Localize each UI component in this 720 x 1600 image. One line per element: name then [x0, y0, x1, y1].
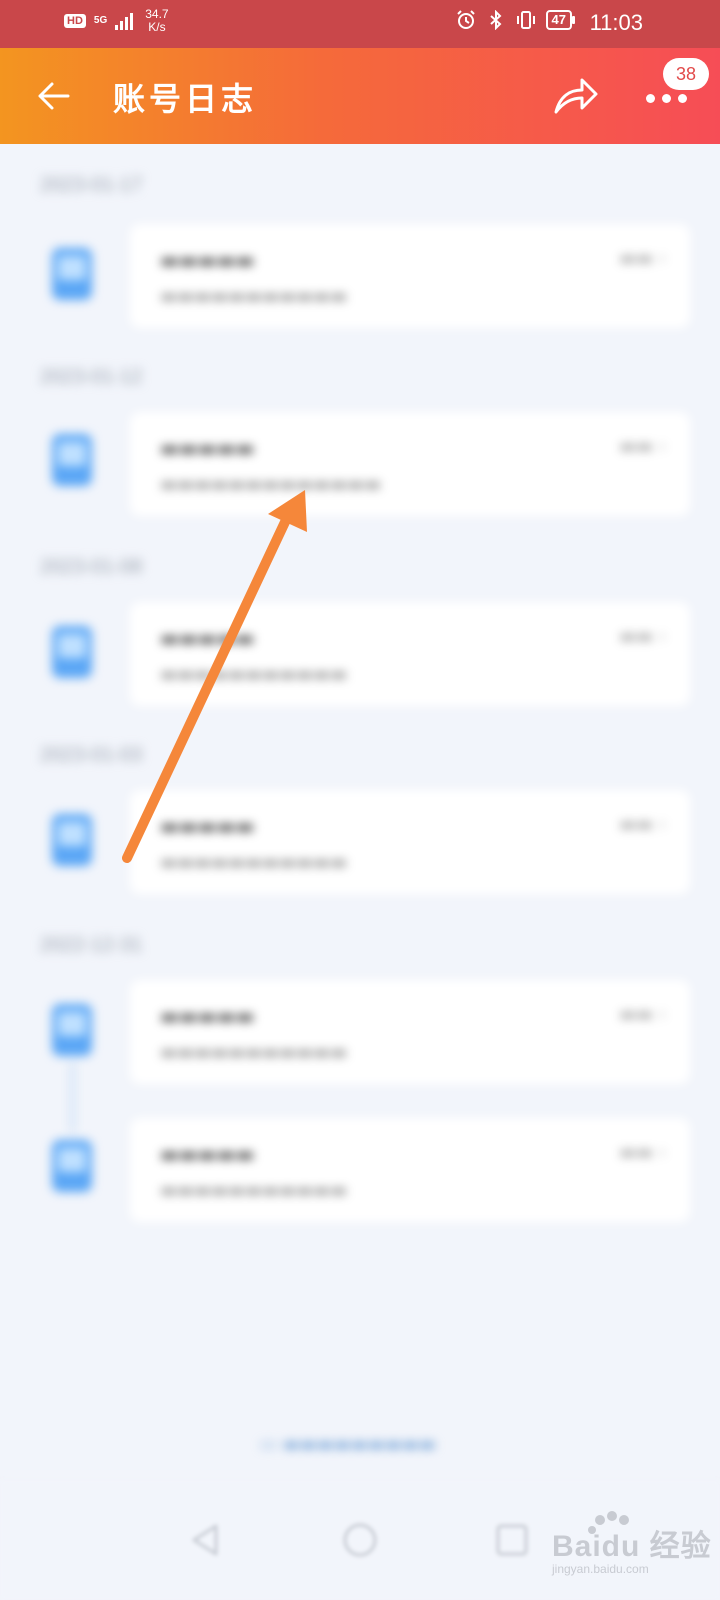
clock: 11:03 — [589, 10, 643, 35]
log-time-blurred: ▬▬ › — [619, 436, 666, 457]
log-entry[interactable]: ▬▬▬▬▬ ▬▬▬▬▬▬▬▬▬▬▬ ▬▬ › — [130, 790, 690, 894]
device-icon — [52, 248, 92, 300]
log-entry[interactable]: ▬▬▬▬▬ ▬▬▬▬▬▬▬▬▬▬▬ ▬▬ › — [130, 980, 690, 1084]
log-entry[interactable]: ▬▬▬▬▬ ▬▬▬▬▬▬▬▬▬▬▬ ▬▬ › — [130, 602, 690, 706]
device-icon — [52, 626, 92, 678]
hd-badge: HD — [64, 14, 86, 28]
bluetooth-icon — [489, 10, 501, 30]
timeline-connector — [71, 1062, 74, 1132]
log-title-blurred: ▬▬▬▬▬ — [160, 626, 255, 650]
log-time-blurred: ▬▬ › — [619, 1142, 666, 1163]
device-icon — [52, 434, 92, 486]
log-desc-blurred: ▬▬▬▬▬▬▬▬▬▬▬ — [160, 286, 348, 307]
share-icon[interactable] — [552, 74, 600, 118]
log-desc-blurred: ▬▬▬▬▬▬▬▬▬▬▬ — [160, 1180, 348, 1201]
log-entry[interactable]: ▬▬▬▬▬ ▬▬▬▬▬▬▬▬▬▬▬▬▬ ▬▬ › — [130, 412, 690, 516]
device-icon — [52, 1004, 92, 1056]
log-desc-blurred: ▬▬▬▬▬▬▬▬▬▬▬ — [160, 664, 348, 685]
log-time-blurred: ▬▬ › — [619, 626, 666, 647]
more-dot-icon — [662, 94, 671, 103]
status-bar: HD 5G 34.7 K/s 47 11:03 — [0, 0, 720, 48]
app-header: 账号日志 38 — [0, 48, 720, 144]
nav-home-icon[interactable] — [340, 1520, 380, 1560]
log-list: 2023-01-17 ▬▬▬▬▬ ▬▬▬▬▬▬▬▬▬▬▬ ▬▬ › 2023-0… — [0, 144, 720, 1480]
status-left: HD 5G 34.7 K/s — [64, 8, 169, 34]
date-label: 2023-01-17 — [40, 174, 143, 196]
log-title-blurred: ▬▬▬▬▬ — [160, 436, 255, 460]
back-arrow-icon[interactable] — [34, 76, 74, 116]
alarm-icon — [456, 10, 475, 29]
more-dot-icon — [678, 94, 687, 103]
net-speed: 34.7 K/s — [145, 7, 169, 34]
signal-icon — [115, 12, 134, 30]
more-menu-button[interactable] — [646, 88, 696, 108]
nav-back-icon[interactable] — [186, 1520, 226, 1560]
device-icon — [52, 814, 92, 866]
battery-icon: 47 — [545, 10, 576, 30]
nav-recent-icon[interactable] — [492, 1520, 532, 1560]
log-desc-blurred: ▬▬▬▬▬▬▬▬▬▬▬ — [160, 1042, 348, 1063]
page-title: 账号日志 — [113, 80, 258, 118]
log-entry[interactable]: ▬▬▬▬▬ ▬▬▬▬▬▬▬▬▬▬▬ ▬▬ › — [130, 1118, 690, 1222]
log-desc-blurred: ▬▬▬▬▬▬▬▬▬▬▬▬▬ — [160, 474, 382, 495]
footer-link-blurred[interactable]: ▭ ▬▬▬▬▬▬▬▬▬ — [260, 1434, 436, 1455]
message-count-badge: 38 — [663, 58, 709, 90]
log-time-blurred: ▬▬ › — [619, 1004, 666, 1025]
log-title-blurred: ▬▬▬▬▬ — [160, 248, 255, 272]
log-desc-blurred: ▬▬▬▬▬▬▬▬▬▬▬ — [160, 852, 348, 873]
date-label: 2022-12-31 — [40, 934, 143, 956]
log-time-blurred: ▬▬ › — [619, 248, 666, 269]
watermark-text: Baidu 经验 — [552, 1530, 712, 1563]
device-icon — [52, 1140, 92, 1192]
log-entry[interactable]: ▬▬▬▬▬ ▬▬▬▬▬▬▬▬▬▬▬ ▬▬ › — [130, 224, 690, 328]
date-label: 2023-01-08 — [40, 556, 143, 578]
log-title-blurred: ▬▬▬▬▬ — [160, 1142, 255, 1166]
date-label: 2023-01-12 — [40, 366, 143, 388]
log-title-blurred: ▬▬▬▬▬ — [160, 814, 255, 838]
watermark-url: jingyan.baidu.com — [552, 1562, 649, 1576]
log-title-blurred: ▬▬▬▬▬ — [160, 1004, 255, 1028]
more-dot-icon — [646, 94, 655, 103]
network-type: 5G — [93, 15, 108, 26]
log-time-blurred: ▬▬ › — [619, 814, 666, 835]
vibrate-icon — [516, 11, 535, 29]
date-label: 2023-01-03 — [40, 744, 143, 766]
